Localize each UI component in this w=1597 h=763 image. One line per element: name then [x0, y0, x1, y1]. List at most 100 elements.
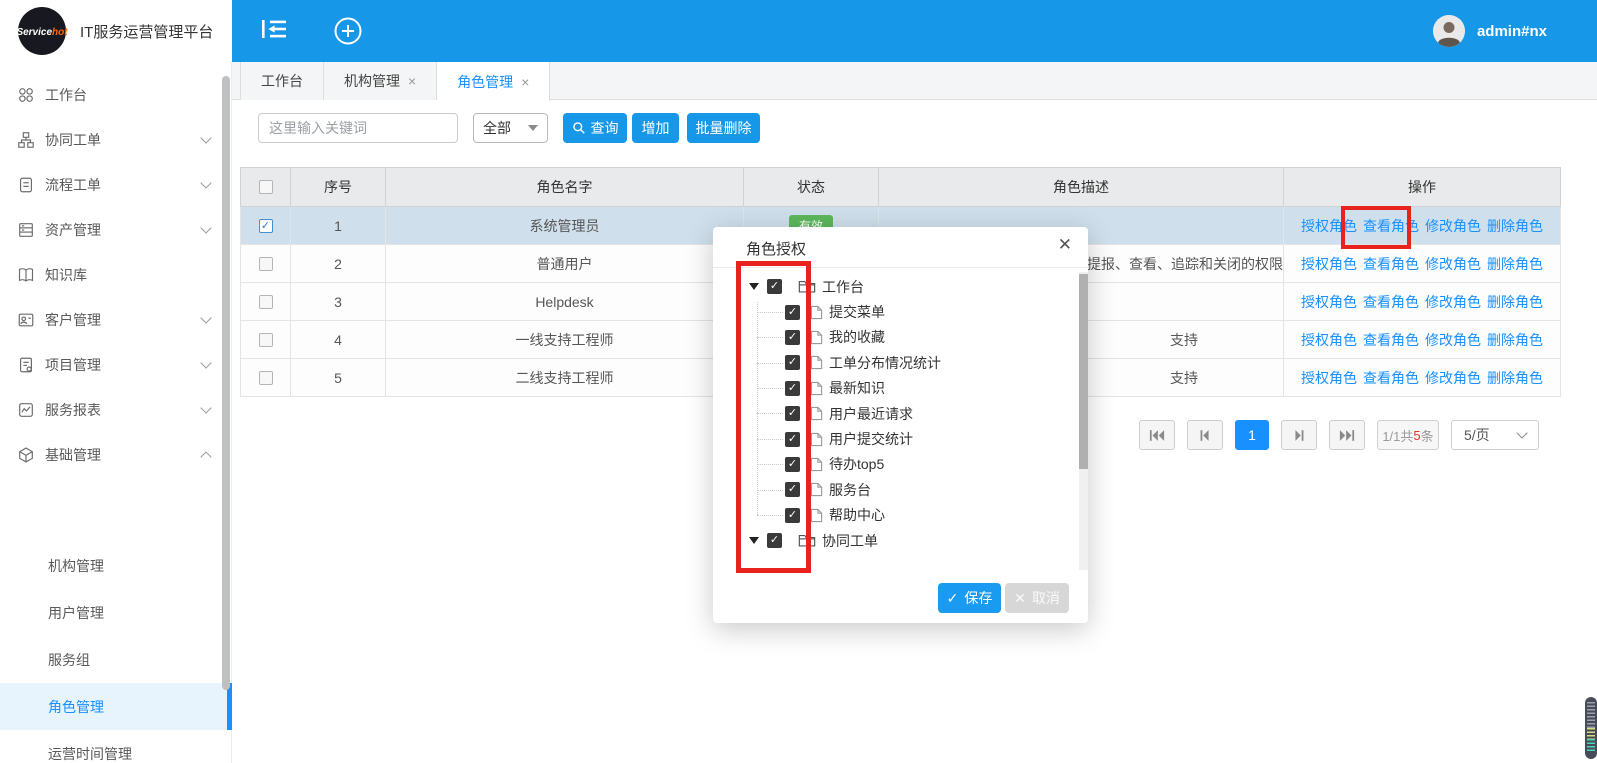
sidebar-item-0[interactable]: 工作台 — [0, 72, 232, 117]
last-page-button[interactable] — [1329, 420, 1365, 450]
caret-down-icon[interactable] — [749, 537, 759, 544]
tree-checkbox[interactable]: ✓ — [785, 330, 800, 345]
action-link-1[interactable]: 查看角色 — [1363, 370, 1419, 386]
prev-page-button[interactable] — [1187, 420, 1223, 450]
action-link-2[interactable]: 修改角色 — [1425, 294, 1481, 310]
action-link-3[interactable]: 删除角色 — [1487, 218, 1543, 234]
sidebar-subitem-3[interactable]: 角色管理 — [0, 683, 232, 730]
action-link-2[interactable]: 修改角色 — [1425, 218, 1481, 234]
tree-node-6[interactable]: ✓用户提交统计 — [713, 426, 1079, 451]
sidebar-subitem-0[interactable]: 机构管理 — [0, 542, 232, 589]
action-link-0[interactable]: 授权角色 — [1301, 294, 1357, 310]
row-checkbox[interactable] — [259, 371, 273, 385]
tree-checkbox[interactable]: ✓ — [785, 508, 800, 523]
header-user-area[interactable]: admin#nx — [1433, 0, 1547, 62]
tab-0[interactable]: 工作台 — [240, 62, 324, 100]
sidebar-item-3[interactable]: 资产管理 — [0, 207, 232, 252]
action-link-3[interactable]: 删除角色 — [1487, 370, 1543, 386]
tree-checkbox[interactable]: ✓ — [767, 279, 782, 294]
action-link-1[interactable]: 查看角色 — [1363, 218, 1419, 234]
row-checkbox[interactable]: ✓ — [259, 219, 273, 233]
modal-scrollbar-track[interactable] — [1079, 272, 1088, 570]
table-header-row: 序号 角色名字 状态 角色描述 操作 — [241, 168, 1561, 207]
batch-delete-button[interactable]: 批量删除 — [687, 113, 760, 143]
tree-checkbox[interactable]: ✓ — [785, 457, 800, 472]
row-checkbox[interactable] — [259, 333, 273, 347]
col-header-ops: 操作 — [1284, 168, 1561, 207]
tree-node-2[interactable]: ✓我的收藏 — [713, 325, 1079, 350]
tab-1[interactable]: 机构管理× — [324, 62, 437, 100]
save-button[interactable]: ✓ 保存 — [938, 583, 1001, 613]
tree-node-4[interactable]: ✓最新知识 — [713, 376, 1079, 401]
add-icon[interactable] — [334, 17, 364, 45]
sidebar-scrollbar-thumb[interactable] — [222, 76, 230, 690]
tree-node-8[interactable]: ✓服务台 — [713, 477, 1079, 502]
action-link-2[interactable]: 修改角色 — [1425, 332, 1481, 348]
modal-scrollbar-thumb[interactable] — [1079, 274, 1088, 469]
cell-name: 一线支持工程师 — [386, 321, 744, 359]
tree-checkbox[interactable]: ✓ — [785, 406, 800, 421]
select-all-checkbox[interactable] — [259, 180, 273, 194]
edge-scroll-widget[interactable] — [1585, 697, 1597, 759]
sidebar-item-2[interactable]: 流程工单 — [0, 162, 232, 207]
sidebar-item-1[interactable]: 协同工单 — [0, 117, 232, 162]
row-checkbox[interactable] — [259, 257, 273, 271]
caret-down-icon[interactable] — [749, 283, 759, 290]
next-page-button[interactable] — [1281, 420, 1317, 450]
tree-checkbox[interactable]: ✓ — [785, 305, 800, 320]
tree-checkbox[interactable]: ✓ — [785, 355, 800, 370]
action-link-3[interactable]: 删除角色 — [1487, 332, 1543, 348]
collapse-menu-icon[interactable] — [260, 17, 290, 45]
close-icon[interactable]: × — [521, 75, 529, 89]
action-link-1[interactable]: 查看角色 — [1363, 294, 1419, 310]
tree-node-label: 帮助中心 — [829, 505, 885, 525]
sidebar-subitem-4[interactable]: 运营时间管理 — [0, 730, 232, 763]
first-page-button[interactable] — [1139, 420, 1175, 450]
add-button[interactable]: 增加 — [632, 113, 679, 143]
permission-tree: ✓工作台✓提交菜单✓我的收藏✓工单分布情况统计✓最新知识✓用户最近请求✓用户提交… — [713, 272, 1079, 572]
sidebar-item-7[interactable]: 服务报表 — [0, 387, 232, 432]
brand-logo: Servicehot — [18, 7, 66, 55]
pagination-info: 1/1共5条 — [1377, 420, 1439, 450]
cancel-button[interactable]: ✕ 取消 — [1005, 583, 1069, 613]
action-link-3[interactable]: 删除角色 — [1487, 294, 1543, 310]
close-icon[interactable]: ✕ — [1058, 235, 1072, 255]
project-icon — [17, 356, 35, 374]
query-button[interactable]: 查询 — [563, 113, 627, 143]
sidebar-item-5[interactable]: 客户管理 — [0, 297, 232, 342]
tree-node-5[interactable]: ✓用户最近请求 — [713, 401, 1079, 426]
tree-checkbox[interactable]: ✓ — [785, 381, 800, 396]
sidebar-subitem-1[interactable]: 用户管理 — [0, 589, 232, 636]
tree-checkbox[interactable]: ✓ — [785, 482, 800, 497]
action-link-1[interactable]: 查看角色 — [1363, 256, 1419, 272]
tree-checkbox[interactable]: ✓ — [767, 533, 782, 548]
current-page-button[interactable]: 1 — [1235, 420, 1269, 450]
action-link-0[interactable]: 授权角色 — [1301, 218, 1357, 234]
sidebar-item-4[interactable]: 知识库 — [0, 252, 232, 297]
close-icon[interactable]: × — [408, 74, 416, 88]
tree-node-10[interactable]: ✓协同工单 — [713, 528, 1079, 553]
keyword-search-input[interactable] — [258, 113, 458, 143]
tree-node-7[interactable]: ✓待办top5 — [713, 452, 1079, 477]
tree-node-1[interactable]: ✓提交菜单 — [713, 299, 1079, 324]
batch-delete-label: 批量删除 — [696, 118, 752, 138]
tab-2[interactable]: 角色管理× — [437, 62, 550, 101]
action-link-1[interactable]: 查看角色 — [1363, 332, 1419, 348]
action-link-3[interactable]: 删除角色 — [1487, 256, 1543, 272]
sidebar-item-8[interactable]: 基础管理 — [0, 432, 232, 477]
filter-select[interactable]: 全部 — [473, 113, 548, 143]
avatar[interactable] — [1433, 15, 1465, 47]
tree-node-9[interactable]: ✓ 帮助中心 — [713, 503, 1079, 528]
tree-node-0[interactable]: ✓工作台 — [713, 274, 1079, 299]
tree-checkbox[interactable]: ✓ — [785, 432, 800, 447]
row-checkbox[interactable] — [259, 295, 273, 309]
sidebar-subitem-2[interactable]: 服务组 — [0, 636, 232, 683]
tree-node-3[interactable]: ✓工单分布情况统计 — [713, 350, 1079, 375]
action-link-0[interactable]: 授权角色 — [1301, 256, 1357, 272]
page-size-select[interactable]: 5/页 — [1451, 420, 1539, 450]
action-link-0[interactable]: 授权角色 — [1301, 332, 1357, 348]
sidebar-item-6[interactable]: 项目管理 — [0, 342, 232, 387]
action-link-2[interactable]: 修改角色 — [1425, 370, 1481, 386]
action-link-2[interactable]: 修改角色 — [1425, 256, 1481, 272]
action-link-0[interactable]: 授权角色 — [1301, 370, 1357, 386]
